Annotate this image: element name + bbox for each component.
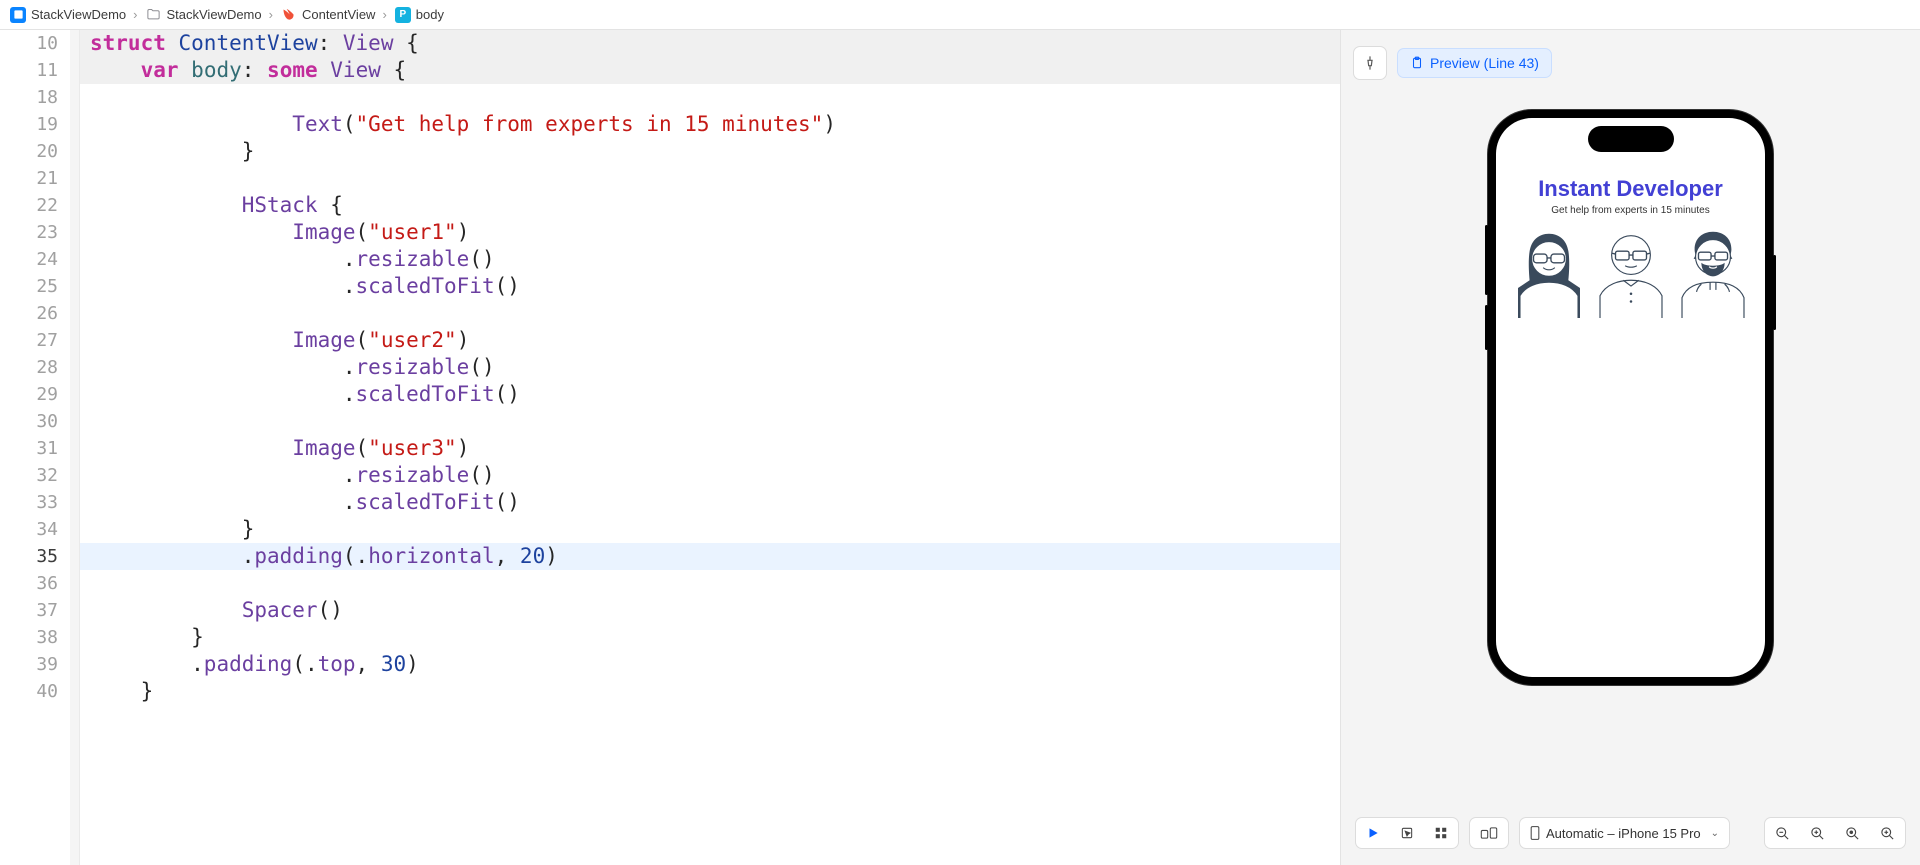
project-icon <box>10 7 26 23</box>
device-selector[interactable]: Automatic – iPhone 15 Pro ⌄ <box>1519 817 1730 849</box>
live-preview-button[interactable] <box>1356 818 1390 848</box>
preview-chip[interactable]: Preview (Line 43) <box>1397 48 1552 78</box>
avatar-row <box>1502 226 1760 318</box>
device-frame: Instant Developer Get help from experts … <box>1488 110 1773 685</box>
breadcrumb-group[interactable]: StackViewDemo › <box>143 7 276 23</box>
avatar-user1 <box>1510 226 1588 318</box>
avatar-user3 <box>1674 226 1752 318</box>
zoom-actual-button[interactable] <box>1835 818 1870 848</box>
clipboard-icon <box>1410 56 1424 70</box>
preview-chip-label: Preview (Line 43) <box>1430 55 1539 71</box>
device-selector-label: Automatic – iPhone 15 Pro <box>1546 826 1701 841</box>
chevron-right-icon: › <box>382 7 386 22</box>
chevron-right-icon: › <box>133 7 137 22</box>
breadcrumb-file-label: ContentView <box>302 7 375 22</box>
folder-icon <box>145 7 161 23</box>
device-screen: Instant Developer Get help from experts … <box>1496 118 1765 677</box>
variants-button[interactable] <box>1424 818 1458 848</box>
chevron-right-icon: › <box>269 7 273 22</box>
fold-strip[interactable] <box>70 30 80 865</box>
breadcrumb-file[interactable]: ContentView › <box>279 7 391 23</box>
breadcrumb-symbol-label: body <box>416 7 444 22</box>
app-subtitle: Get help from experts in 15 minutes <box>1551 205 1709 216</box>
zoom-out-button[interactable] <box>1765 818 1800 848</box>
phone-icon <box>1530 826 1540 840</box>
zoom-in-button[interactable] <box>1870 818 1905 848</box>
breadcrumb-group-label: StackViewDemo <box>166 7 261 22</box>
dynamic-island <box>1588 126 1674 152</box>
avatar-user2 <box>1592 226 1670 318</box>
pin-preview-button[interactable] <box>1353 46 1387 80</box>
selectable-preview-button[interactable] <box>1390 818 1424 848</box>
code-editor[interactable]: 1011181920212223242526272829303132333435… <box>0 30 1340 865</box>
breadcrumb-project-label: StackViewDemo <box>31 7 126 22</box>
canvas-toolbar: Automatic – iPhone 15 Pro ⌄ <box>1341 817 1920 849</box>
preview-canvas: Preview (Line 43) Instant Developer Get … <box>1340 30 1920 865</box>
chevron-down-icon: ⌄ <box>1711 828 1719 839</box>
preview-mode-group <box>1355 817 1459 849</box>
device-settings-button[interactable] <box>1469 817 1509 849</box>
zoom-group <box>1764 817 1906 849</box>
line-number-gutter: 1011181920212223242526272829303132333435… <box>0 30 70 865</box>
breadcrumb-symbol[interactable]: P body <box>393 7 446 23</box>
breadcrumb-project[interactable]: StackViewDemo › <box>8 7 141 23</box>
code-area[interactable]: struct ContentView: View { var body: som… <box>80 30 1340 865</box>
breadcrumb: StackViewDemo › StackViewDemo › ContentV… <box>0 0 1920 30</box>
zoom-fit-button[interactable] <box>1800 818 1835 848</box>
swift-file-icon <box>281 7 297 23</box>
property-icon: P <box>395 7 411 23</box>
app-title: Instant Developer <box>1538 176 1723 202</box>
